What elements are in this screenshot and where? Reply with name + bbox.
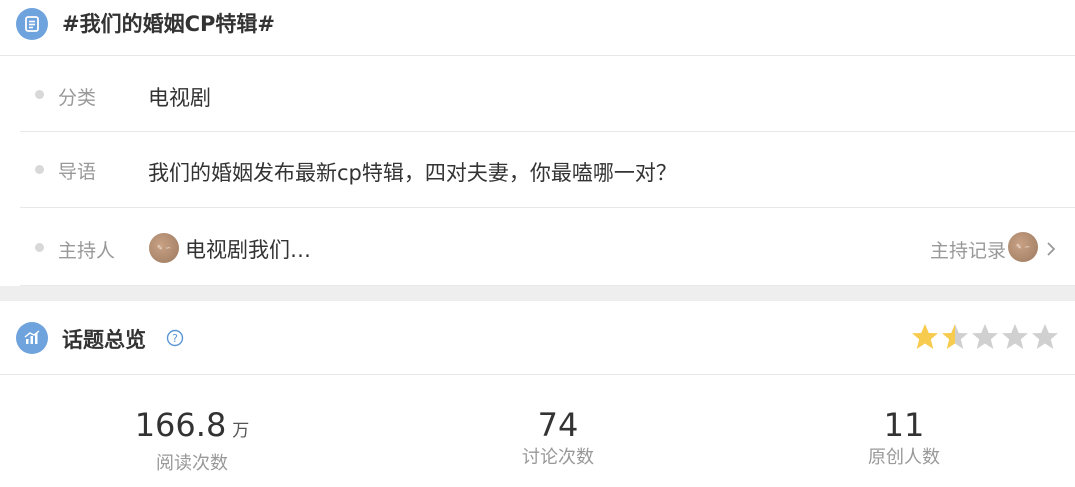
star-empty-icon	[1032, 324, 1058, 349]
read-count-label: 阅读次数	[156, 453, 228, 474]
star-full-icon	[912, 324, 938, 349]
category-row: 分类 电视剧	[20, 57, 1075, 132]
topic-title: #我们的婚姻CP特辑#	[62, 12, 275, 36]
topic-header: #我们的婚姻CP特辑#	[0, 0, 1075, 56]
help-icon[interactable]: ?	[166, 329, 184, 351]
chevron-right-icon[interactable]	[1044, 240, 1058, 262]
intro-row: 导语 我们的婚姻发布最新cp特辑，四对夫妻，你最嗑哪一对？	[20, 132, 1075, 208]
discussion-count-label: 讨论次数	[522, 447, 594, 468]
intro-text: 我们的婚姻发布最新cp特辑，四对夫妻，你最嗑哪一对？	[148, 161, 677, 185]
section-divider	[0, 286, 1075, 301]
host-label: 主持人	[58, 240, 116, 262]
star-empty-icon	[972, 324, 998, 349]
original-authors-stat: 11 原创人数	[804, 405, 1004, 471]
category-label: 分类	[58, 87, 97, 109]
rating-stars	[910, 322, 1060, 352]
chart-icon	[16, 322, 48, 354]
host-avatar[interactable]: ✎ ∽	[149, 233, 179, 263]
bullet-dot	[35, 165, 44, 174]
host-row: 主持人 ✎ ∽ 电视剧我们… 主持记录 ✎ ∽	[20, 208, 1075, 286]
svg-text:?: ?	[172, 332, 178, 345]
read-count-unit: 万	[232, 421, 250, 441]
record-avatar[interactable]: ✎ ∽	[1008, 232, 1038, 262]
bullet-dot	[35, 243, 44, 252]
host-record-link[interactable]: 主持记录	[930, 236, 1006, 263]
star-empty-icon	[1002, 324, 1028, 349]
star-half-icon	[942, 324, 968, 349]
bullet-dot	[35, 90, 44, 99]
read-count-stat: 166.8 万 阅读次数	[92, 405, 292, 477]
overview-title: 话题总览	[62, 328, 146, 352]
read-count-number: 166.8	[134, 406, 227, 444]
original-authors-number: 11	[883, 406, 925, 444]
topic-list-icon	[16, 8, 48, 40]
intro-label: 导语	[58, 161, 97, 183]
original-authors-label: 原创人数	[868, 447, 940, 468]
discussion-count-number: 74	[537, 406, 579, 444]
category-value: 电视剧	[148, 86, 211, 110]
stat-number: 166.8 万	[92, 405, 292, 451]
discussion-count-stat: 74 讨论次数	[458, 405, 658, 471]
host-name[interactable]: 电视剧我们…	[185, 234, 311, 264]
